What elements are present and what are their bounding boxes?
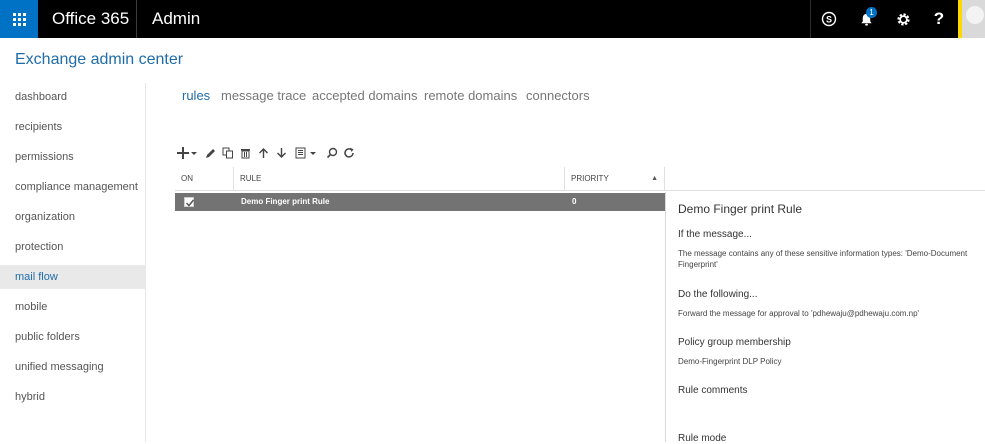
delete-button[interactable] bbox=[239, 145, 252, 161]
rule-priority: 0 bbox=[572, 197, 577, 206]
refresh-icon bbox=[343, 147, 354, 158]
add-icon bbox=[177, 147, 197, 159]
top-divider bbox=[136, 0, 137, 38]
details-title: Demo Finger print Rule bbox=[678, 202, 803, 216]
sidebar-item-recipients[interactable]: recipients bbox=[0, 116, 146, 138]
skype-icon: S bbox=[821, 11, 837, 27]
column-header-priority-label: PRIORITY bbox=[571, 174, 609, 183]
rules-table-header: ON RULE PRIORITY ▲ bbox=[175, 167, 985, 191]
brand-label[interactable]: Office 365 bbox=[52, 9, 129, 29]
edit-button[interactable] bbox=[203, 145, 217, 161]
details-policy-text: Demo-Fingerprint DLP Policy bbox=[678, 357, 782, 366]
table-row[interactable]: Demo Finger print Rule 0 bbox=[175, 193, 665, 211]
details-mode-heading: Rule mode bbox=[678, 433, 727, 444]
rule-enabled-checkbox[interactable] bbox=[184, 197, 195, 207]
details-if-text: The message contains any of these sensit… bbox=[678, 249, 968, 269]
sidebar-item-dashboard[interactable]: dashboard bbox=[0, 86, 146, 108]
sidebar-item-compliance-management[interactable]: compliance management bbox=[0, 176, 146, 198]
rule-name: Demo Finger print Rule bbox=[241, 197, 330, 206]
user-avatar-icon bbox=[962, 0, 985, 38]
sidebar-item-mobile[interactable]: mobile bbox=[0, 296, 146, 318]
page-title: Exchange admin center bbox=[15, 51, 184, 68]
move-up-icon bbox=[259, 148, 268, 158]
sidebar-item-unified-messaging[interactable]: unified messaging bbox=[0, 356, 146, 378]
gear-icon bbox=[896, 12, 910, 26]
column-header-priority[interactable]: PRIORITY ▲ bbox=[565, 167, 665, 191]
sidebar-item-mail-flow[interactable]: mail flow bbox=[0, 265, 146, 289]
move-down-button[interactable] bbox=[275, 145, 288, 161]
copy-icon bbox=[222, 147, 233, 159]
add-button[interactable] bbox=[176, 145, 198, 161]
notification-badge: 1 bbox=[866, 7, 877, 18]
search-icon bbox=[326, 147, 337, 159]
tab-message-trace[interactable]: message trace bbox=[221, 88, 306, 103]
edit-icon bbox=[205, 148, 215, 158]
more-icon bbox=[295, 147, 316, 159]
tab-rules[interactable]: rules bbox=[182, 88, 210, 103]
sort-ascending-icon: ▲ bbox=[651, 175, 658, 182]
refresh-button[interactable] bbox=[342, 145, 355, 161]
column-header-rule[interactable]: RULE bbox=[234, 167, 565, 191]
copy-button[interactable] bbox=[221, 145, 234, 161]
sidebar-item-permissions[interactable]: permissions bbox=[0, 146, 146, 168]
tab-connectors[interactable]: connectors bbox=[526, 88, 590, 103]
column-header-on[interactable]: ON bbox=[175, 167, 234, 191]
app-launcher-icon bbox=[12, 12, 26, 26]
help-icon: ? bbox=[933, 9, 945, 28]
skype-button[interactable]: S bbox=[811, 0, 847, 38]
sidebar-item-protection[interactable]: protection bbox=[0, 236, 146, 258]
delete-icon bbox=[241, 149, 250, 159]
top-bar: Office 365 Admin S 1 ? bbox=[0, 0, 985, 38]
sidebar-item-organization[interactable]: organization bbox=[0, 206, 146, 228]
details-do-heading: Do the following... bbox=[678, 289, 758, 300]
user-avatar-button[interactable] bbox=[958, 0, 985, 38]
move-down-icon bbox=[277, 148, 286, 158]
settings-button[interactable] bbox=[885, 0, 921, 38]
sidebar: dashboard recipients permissions complia… bbox=[0, 83, 146, 442]
search-button[interactable] bbox=[325, 145, 338, 161]
move-up-button[interactable] bbox=[257, 145, 270, 161]
details-policy-heading: Policy group membership bbox=[678, 337, 791, 348]
tab-accepted-domains[interactable]: accepted domains bbox=[312, 88, 418, 103]
details-comments-heading: Rule comments bbox=[678, 385, 748, 396]
details-pane: Demo Finger print Rule If the message...… bbox=[665, 192, 985, 444]
more-button[interactable] bbox=[295, 145, 319, 161]
sidebar-item-public-folders[interactable]: public folders bbox=[0, 326, 146, 348]
sidebar-item-hybrid[interactable]: hybrid bbox=[0, 386, 146, 408]
app-name: Admin bbox=[152, 9, 201, 28]
notifications-button[interactable] bbox=[848, 0, 884, 38]
help-button[interactable]: ? bbox=[921, 0, 957, 38]
details-if-heading: If the message... bbox=[678, 229, 752, 240]
svg-text:S: S bbox=[826, 15, 832, 25]
tab-remote-domains[interactable]: remote domains bbox=[424, 88, 517, 103]
app-launcher-button[interactable] bbox=[0, 0, 38, 38]
details-do-text: Forward the message for approval to 'pdh… bbox=[678, 309, 920, 318]
checkmark-icon bbox=[185, 199, 195, 207]
